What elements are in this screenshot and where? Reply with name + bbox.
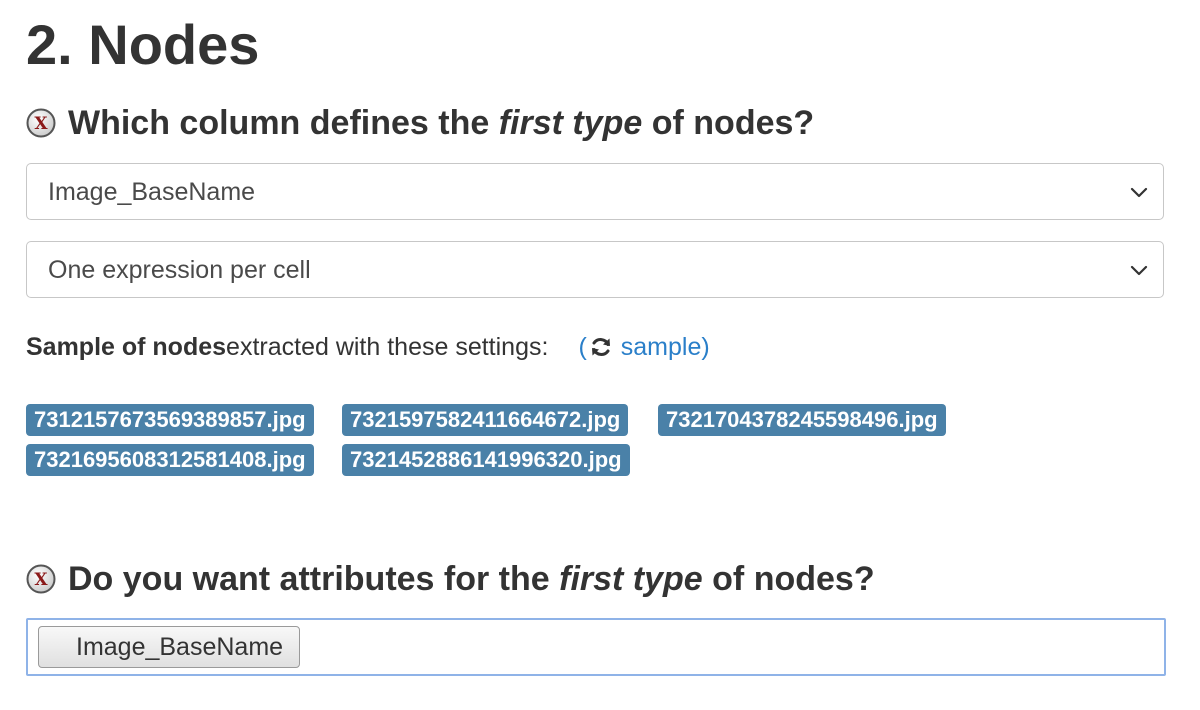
- chevron-down-icon: [1130, 265, 1148, 276]
- refresh-icon: [591, 338, 610, 356]
- attribute-token[interactable]: Image_BaseName: [38, 626, 301, 668]
- resample-link[interactable]: ( sample): [578, 333, 709, 362]
- section-title: 2. Nodes: [26, 13, 260, 76]
- sample-node-chip: 7312157673569389857.jpg: [26, 404, 314, 436]
- question-first-node-attributes-text: Do you want attributes for the first typ…: [68, 560, 875, 598]
- question-first-node-column: X Which column defines the first type of…: [26, 101, 814, 145]
- sample-node-chip: 7321597582411664672.jpg: [342, 404, 629, 436]
- resample-link-text: sample): [620, 332, 710, 361]
- sample-node-chip: 7321452886141996320.jpg: [342, 444, 630, 476]
- svg-text:X: X: [34, 570, 48, 590]
- node-column-select[interactable]: Image_BaseName: [26, 163, 1164, 220]
- expression-mode-select[interactable]: One expression per cell: [26, 241, 1164, 298]
- sample-label-rest: extracted with these settings:: [226, 332, 549, 361]
- svg-text:X: X: [34, 114, 48, 134]
- chevron-down-icon: [1130, 187, 1148, 198]
- question-first-node-attributes: X Do you want attributes for the first t…: [26, 557, 875, 601]
- question-first-node-column-text: Which column defines the first type of n…: [68, 104, 815, 142]
- sample-label-bold: Sample of nodes: [26, 332, 227, 361]
- remove-x-icon[interactable]: X: [26, 564, 56, 594]
- expression-mode-select-value: One expression per cell: [48, 256, 311, 284]
- sample-node-chip: 7321695608312581408.jpg: [26, 444, 314, 476]
- resample-link-open-paren: (: [578, 332, 587, 361]
- node-column-select-value: Image_BaseName: [48, 178, 256, 206]
- sample-description: Sample of nodes extracted with these set…: [26, 327, 710, 367]
- remove-x-icon[interactable]: X: [26, 108, 56, 138]
- sample-node-chip: 7321704378245598496.jpg: [658, 404, 946, 436]
- attributes-multiselect[interactable]: Image_BaseName: [26, 618, 1166, 676]
